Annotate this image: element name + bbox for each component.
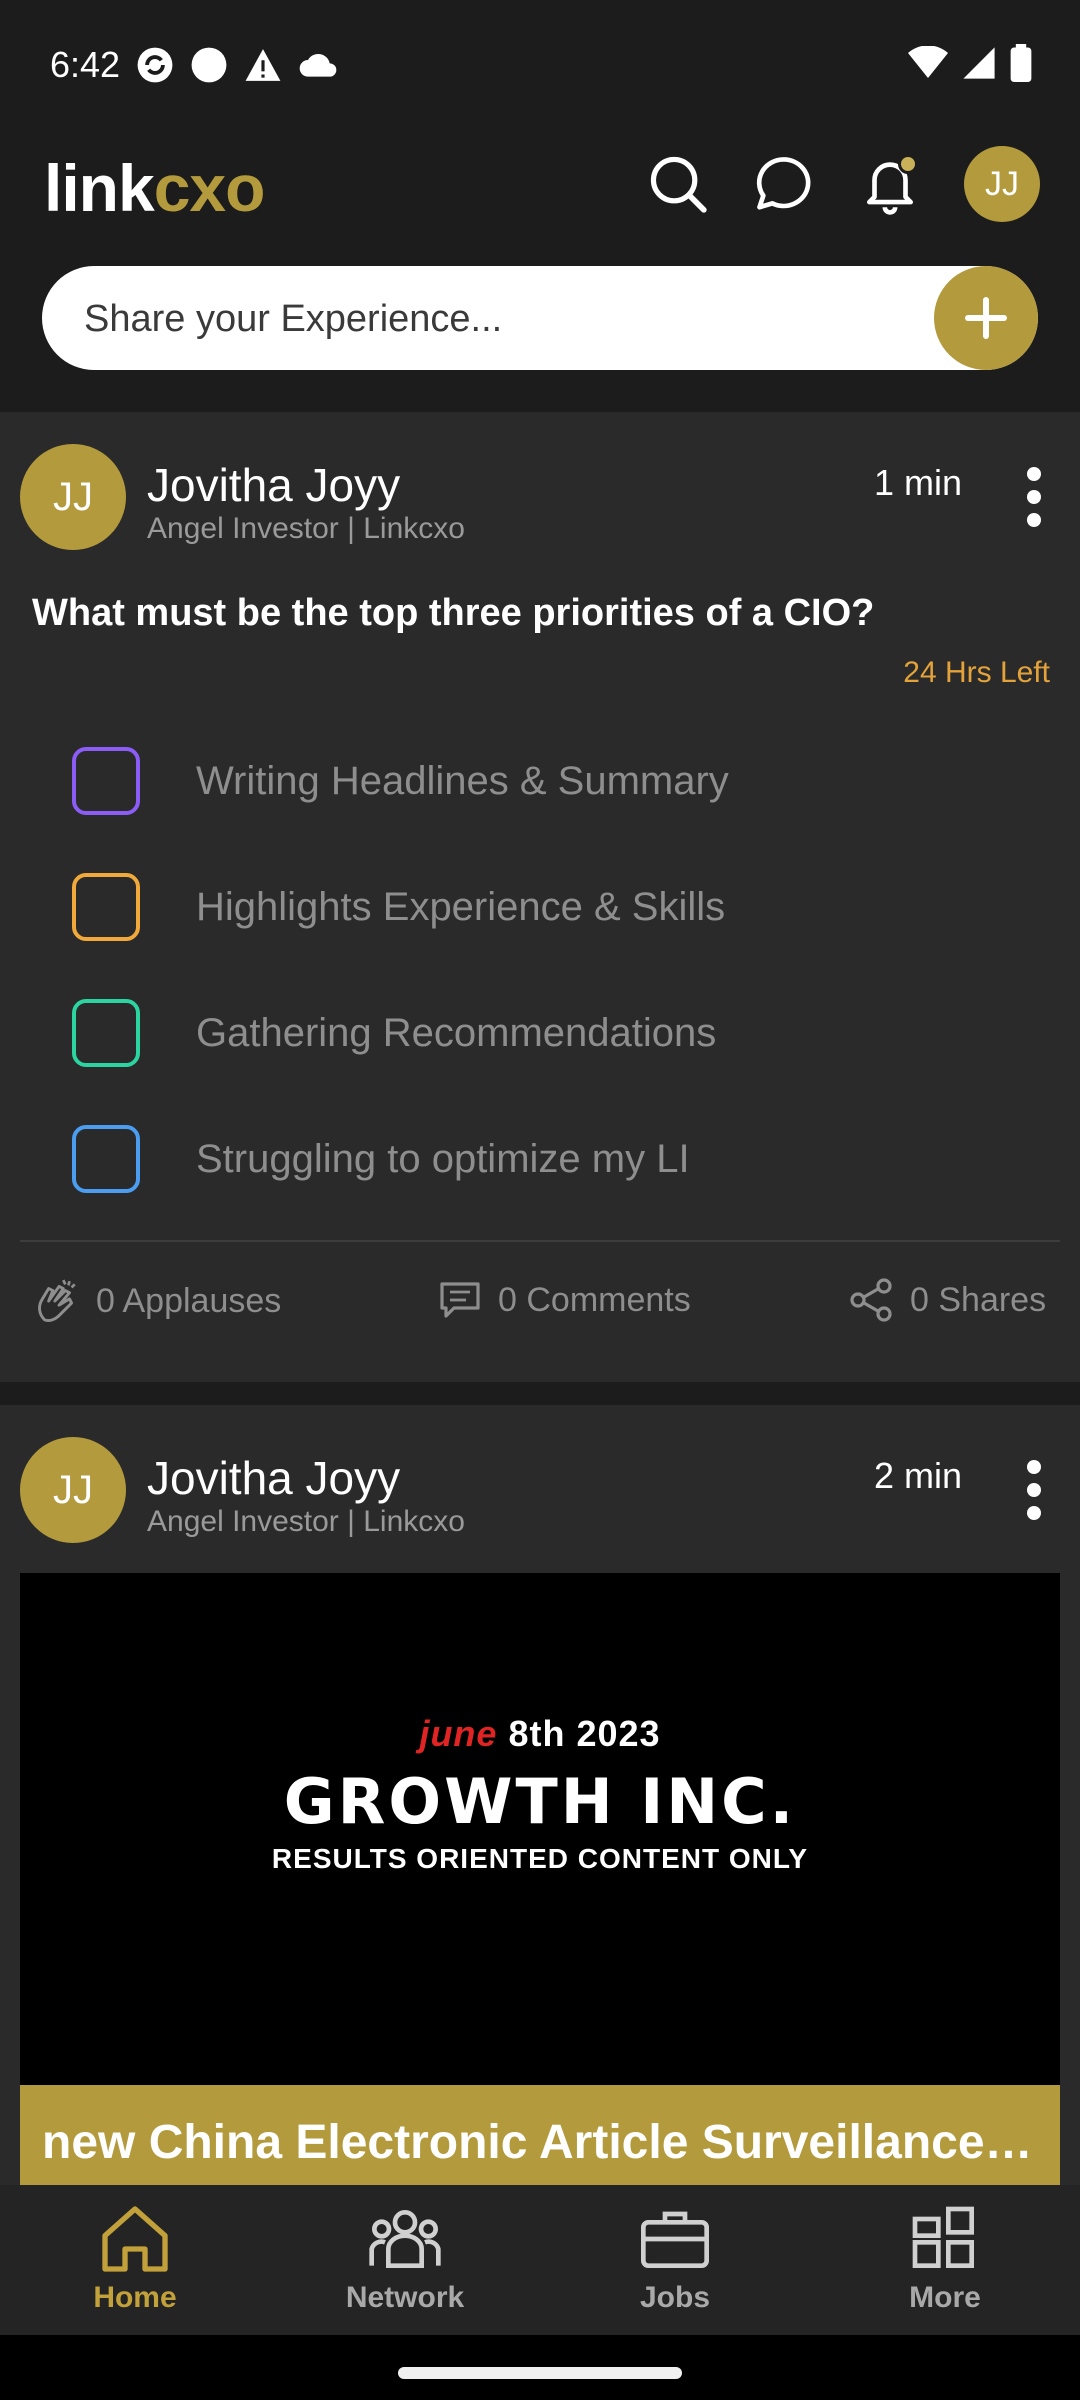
grid-icon bbox=[912, 2206, 974, 2268]
cloud-icon bbox=[299, 53, 337, 77]
author-name[interactable]: Jovitha Joyy bbox=[147, 1451, 400, 1505]
poll-option-label: Writing Headlines & Summary bbox=[196, 758, 729, 803]
share-experience-bar[interactable]: Share your Experience... bbox=[42, 266, 1038, 370]
nav-home[interactable]: Home bbox=[35, 2199, 235, 2315]
comment-count: 0 Comments bbox=[498, 1280, 691, 1319]
nav-home-label: Home bbox=[93, 2281, 177, 2314]
poll-option[interactable]: Writing Headlines & Summary bbox=[72, 746, 972, 816]
system-gesture-area bbox=[0, 2335, 1080, 2400]
status-system-icons bbox=[908, 44, 1032, 82]
header-actions: JJ bbox=[646, 146, 1040, 222]
clapping-hands-icon bbox=[38, 1279, 76, 1323]
battery-icon bbox=[1010, 44, 1032, 82]
status-notification-icons bbox=[136, 46, 338, 84]
author-role: Angel Investor | Linkcxo bbox=[147, 1505, 465, 1538]
post-media[interactable]: june 8th 2023 GROWTH INC. RESULTS ORIENT… bbox=[20, 1573, 1060, 2185]
comment-button[interactable]: 0 Comments bbox=[436, 1276, 691, 1324]
briefcase-icon bbox=[641, 2211, 709, 2268]
app-header: link cxo JJ Share your Experience... bbox=[0, 130, 1080, 410]
media-date-day: 8th 2023 bbox=[508, 1713, 661, 1754]
post-time: 2 min bbox=[873, 1455, 962, 1496]
post-more-options-button[interactable] bbox=[1024, 1460, 1044, 1520]
poll-option-label: Highlights Experience & Skills bbox=[196, 884, 726, 929]
share-nodes-icon bbox=[850, 1278, 892, 1322]
nav-network[interactable]: Network bbox=[305, 2199, 505, 2315]
sync-icon bbox=[137, 47, 173, 83]
home-gesture-bar[interactable] bbox=[398, 2367, 682, 2379]
warning-icon bbox=[245, 49, 281, 81]
poll-post-card: JJ Jovitha Joyy Angel Investor | Linkcxo… bbox=[0, 412, 1080, 1382]
comment-icon bbox=[440, 1282, 480, 1318]
media-subtitle: RESULTS ORIENTED CONTENT ONLY bbox=[271, 1843, 809, 1874]
logo-cxo-text: cxo bbox=[153, 151, 266, 225]
poll-option-label: Struggling to optimize my LI bbox=[196, 1136, 690, 1181]
author-name[interactable]: Jovitha Joyy bbox=[147, 458, 400, 512]
cellular-signal-icon bbox=[963, 47, 995, 79]
nav-jobs-label: Jobs bbox=[639, 2281, 711, 2314]
status-time: 6:42 bbox=[50, 44, 121, 85]
logo-link-text: link bbox=[44, 151, 155, 225]
profile-avatar[interactable]: JJ bbox=[964, 146, 1040, 222]
share-count: 0 Shares bbox=[910, 1280, 1047, 1319]
author-role: Angel Investor | Linkcxo bbox=[147, 512, 465, 545]
media-caption: new China Electronic Article Surveillanc… bbox=[20, 2085, 1060, 2185]
post-divider bbox=[20, 1240, 1060, 1242]
home-icon bbox=[102, 2206, 168, 2272]
poll-question: What must be the top three priorities of… bbox=[32, 592, 875, 634]
poll-option-checkbox[interactable] bbox=[72, 1125, 140, 1193]
media-post-card: JJ Jovitha Joyy Angel Investor | Linkcxo… bbox=[0, 1405, 1080, 2185]
messages-button[interactable] bbox=[752, 152, 816, 216]
circle-icon bbox=[191, 47, 227, 83]
poll-time-left: 24 Hrs Left bbox=[903, 656, 1050, 689]
poll-option-label: Gathering Recommendations bbox=[196, 1010, 717, 1055]
applause-count: 0 Applauses bbox=[96, 1281, 282, 1320]
search-icon bbox=[650, 156, 707, 213]
plus-icon bbox=[965, 297, 1007, 339]
nav-network-label: Network bbox=[345, 2281, 465, 2314]
add-post-button[interactable] bbox=[934, 266, 1038, 370]
post-time: 1 min bbox=[873, 462, 962, 503]
share-input-placeholder[interactable]: Share your Experience... bbox=[84, 298, 502, 341]
poll-option[interactable]: Gathering Recommendations bbox=[72, 998, 972, 1068]
poll-option-checkbox[interactable] bbox=[72, 873, 140, 941]
media-title: GROWTH INC. bbox=[283, 1765, 797, 1838]
search-button[interactable] bbox=[646, 152, 710, 216]
author-avatar[interactable]: JJ bbox=[20, 1437, 126, 1543]
nav-jobs[interactable]: Jobs bbox=[575, 2199, 775, 2315]
post-more-options-button[interactable] bbox=[1024, 467, 1044, 527]
poll-option[interactable]: Highlights Experience & Skills bbox=[72, 872, 972, 942]
poll-option-checkbox[interactable] bbox=[72, 747, 140, 815]
share-button[interactable]: 0 Shares bbox=[848, 1276, 1046, 1324]
poll-option[interactable]: Struggling to optimize my LI bbox=[72, 1124, 972, 1194]
post-actions-bar: 0 Applauses 0 Comments 0 Shares bbox=[0, 1276, 1080, 1356]
author-avatar[interactable]: JJ bbox=[20, 444, 126, 550]
applause-button[interactable]: 0 Applauses bbox=[32, 1276, 281, 1326]
media-date-month: june bbox=[419, 1713, 498, 1754]
notifications-button[interactable] bbox=[858, 152, 922, 216]
people-icon bbox=[369, 2210, 441, 2268]
media-date: june 8th 2023 bbox=[20, 1713, 1060, 1755]
notification-dot bbox=[898, 154, 918, 174]
poll-option-checkbox[interactable] bbox=[72, 999, 140, 1067]
nav-more-label: More bbox=[909, 2281, 981, 2314]
status-bar: 6:42 bbox=[0, 0, 1080, 130]
chat-bubble-icon bbox=[756, 157, 811, 210]
linkcxo-logo[interactable]: link cxo bbox=[44, 150, 266, 226]
nav-more[interactable]: More bbox=[845, 2199, 1045, 2315]
bottom-navigation: Home Network Jobs More bbox=[0, 2185, 1080, 2335]
wifi-icon bbox=[908, 46, 948, 78]
